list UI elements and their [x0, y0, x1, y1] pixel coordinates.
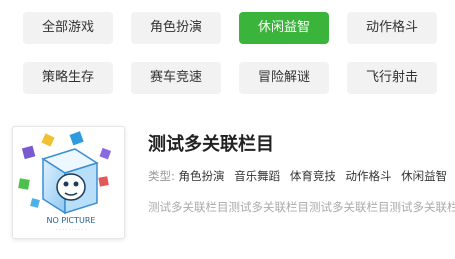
- page-root: 全部游戏 角色扮演 休闲益智 动作格斗 策略生存 赛车竞速 冒险解谜 飞行射击: [0, 0, 455, 259]
- no-picture-cube-icon: NO PICTURE · · · · · · · · · ·: [18, 131, 112, 233]
- category-tabs-row-1: 全部游戏 角色扮演 休闲益智 动作格斗: [23, 12, 455, 44]
- tab-flight-shooting[interactable]: 飞行射击: [347, 62, 437, 94]
- game-thumbnail[interactable]: NO PICTURE · · · · · · · · · ·: [12, 126, 125, 239]
- tab-action-fighting[interactable]: 动作格斗: [347, 12, 437, 44]
- game-description: 测试多关联栏目测试多关联栏目测试多关联栏目测试多关联栏目: [148, 200, 455, 214]
- tab-racing[interactable]: 赛车竞速: [131, 62, 221, 94]
- type-label: 类型:: [148, 169, 175, 183]
- tab-strategy-survival[interactable]: 策略生存: [23, 62, 113, 94]
- game-types: 类型: 角色扮演 音乐舞蹈 体育竞技 动作格斗 休闲益智: [148, 168, 453, 184]
- type-tag[interactable]: 角色扮演: [179, 169, 225, 183]
- type-tag[interactable]: 音乐舞蹈: [234, 169, 280, 183]
- no-picture-text: NO PICTURE: [47, 216, 96, 225]
- type-tag[interactable]: 动作格斗: [346, 169, 392, 183]
- type-tag[interactable]: 休闲益智: [401, 169, 447, 183]
- game-list-item: NO PICTURE · · · · · · · · · · 测试多关联栏目 类…: [12, 126, 455, 244]
- type-tag[interactable]: 体育竞技: [290, 169, 336, 183]
- tab-all-games[interactable]: 全部游戏: [23, 12, 113, 44]
- tab-casual-puzzle[interactable]: 休闲益智: [239, 12, 329, 44]
- game-title[interactable]: 测试多关联栏目: [148, 130, 274, 156]
- tab-role-playing[interactable]: 角色扮演: [131, 12, 221, 44]
- category-tabs-row-2: 策略生存 赛车竞速 冒险解谜 飞行射击: [23, 62, 437, 94]
- svg-text:· · · · · · · · · ·: · · · · · · · · · ·: [56, 227, 87, 233]
- tab-adventure-puzzle[interactable]: 冒险解谜: [239, 62, 329, 94]
